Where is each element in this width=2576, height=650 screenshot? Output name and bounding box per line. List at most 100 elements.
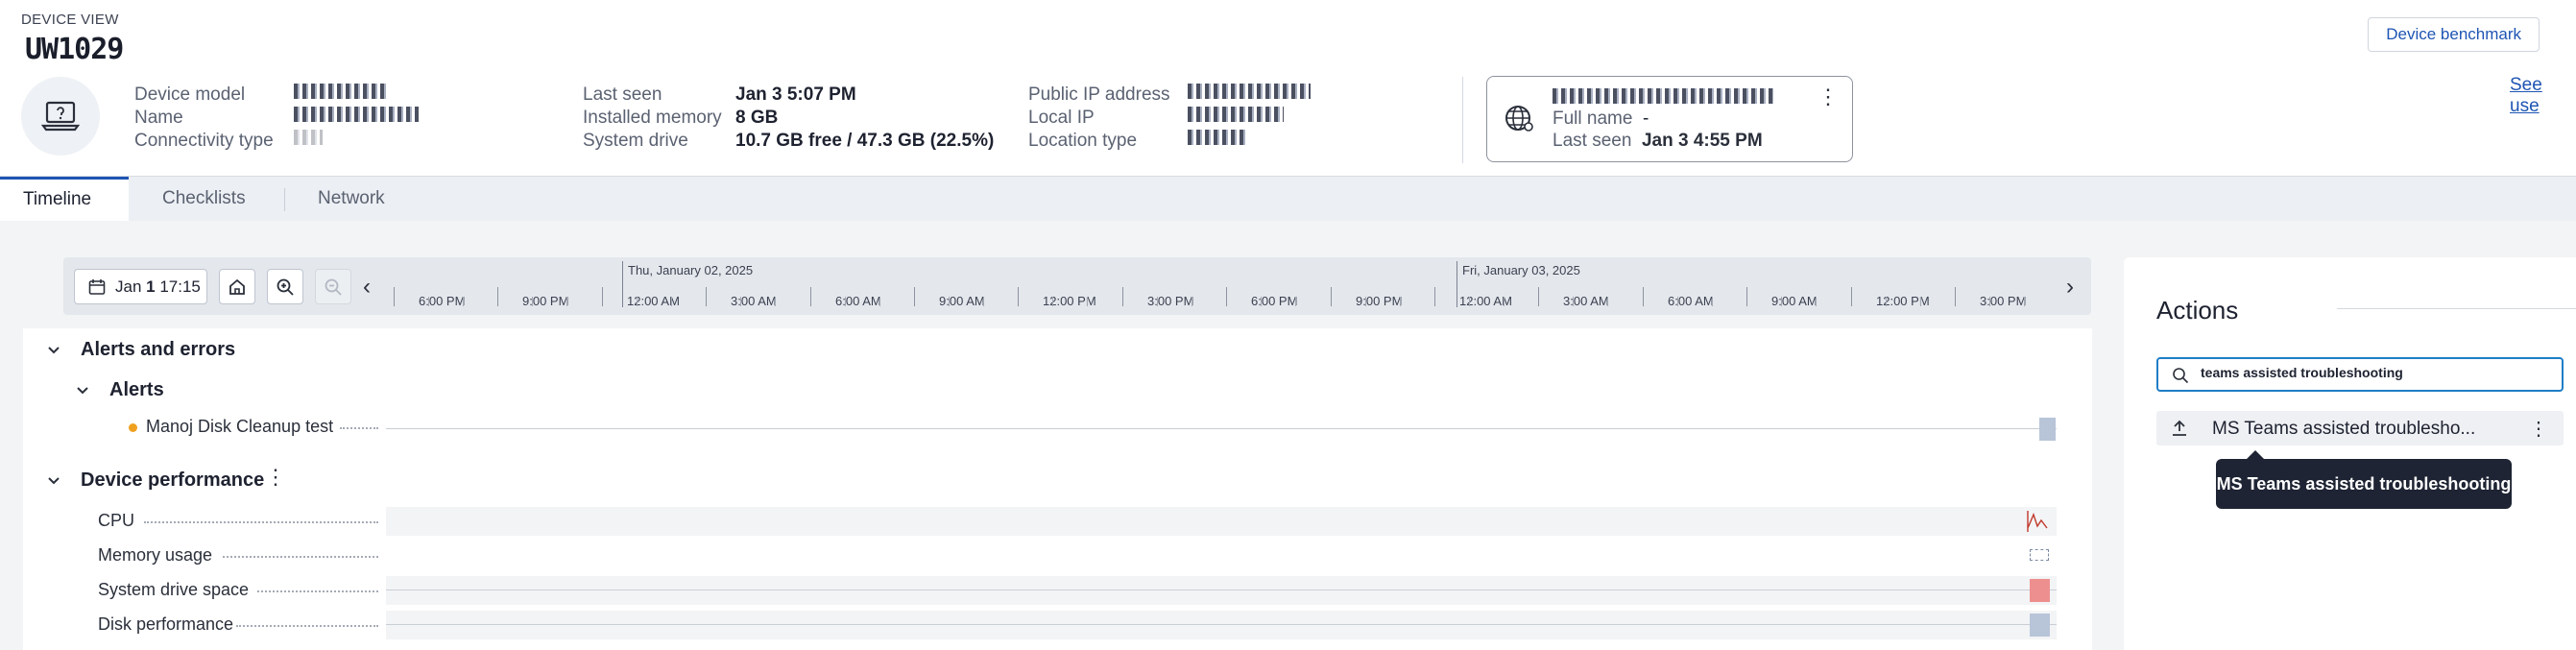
tab-checklists[interactable]: Checklists [162,177,246,222]
local-ip-redacted [1188,107,1284,122]
chevron-down-icon[interactable] [47,344,60,357]
alerts-heading: Alerts [109,379,164,400]
hour-tick [1122,287,1123,306]
minor-tick [879,297,880,306]
zoom-out-button[interactable] [315,269,351,304]
hour-tick [1955,287,1956,306]
date-day: 1 [146,277,156,296]
row-leader [236,625,378,627]
alert-event-marker[interactable] [2039,418,2056,441]
minor-tick [1920,297,1921,306]
lane-line [386,428,2057,429]
date-time: 17:15 [155,277,201,296]
local-ip-label: Local IP [1028,108,1095,128]
hour-label: 12:00 PM [1043,294,1096,308]
minor-tick [463,297,464,306]
hour-tick [394,287,395,306]
home-button[interactable] [219,269,255,304]
home-icon [229,278,245,295]
chevron-down-icon[interactable] [76,384,89,397]
hour-label: 3:00 AM [1563,294,1609,308]
tab-timeline[interactable]: Timeline [0,177,129,222]
minor-tick [1504,297,1505,306]
tab-divider [284,188,285,211]
minor-tick [1261,297,1262,306]
minor-tick [1469,297,1470,306]
zoom-in-button[interactable] [267,269,303,304]
last-seen-label: Last seen [583,84,662,105]
tab-network[interactable]: Network [318,177,385,222]
chevron-down-icon[interactable] [47,474,60,488]
actions-search-input[interactable] [2201,365,2556,380]
minor-tick [949,297,950,306]
device-model-redacted [294,84,386,99]
action-tooltip: MS Teams assisted troubleshooting [2216,450,2512,509]
day-tick [622,261,623,307]
zoom-out-icon [325,278,342,296]
location-type-label: Location type [1028,131,1138,151]
metric-disk-label[interactable]: Disk performance [98,614,233,635]
header-divider [1462,77,1463,163]
hour-tick [497,287,498,306]
row-leader [257,590,378,592]
performance-menu-icon[interactable]: ⋮ [265,467,286,488]
metric-drive-label[interactable]: System drive space [98,580,249,600]
cpu-sparkline [2027,511,2048,532]
action-result-item[interactable]: MS Teams assisted troublesho... ⋮ [2156,411,2564,445]
alert-item-label[interactable]: Manoj Disk Cleanup test [146,417,333,437]
alert-status-dot [129,423,137,432]
actions-search-field[interactable] [2156,357,2564,392]
hour-tick [1538,287,1539,306]
minor-tick [1365,297,1366,306]
hour-label: 6:00 AM [835,294,881,308]
device-name-row: Name [134,107,419,130]
minor-tick [983,297,984,306]
hour-label: 3:00 AM [731,294,777,308]
metric-cpu-label[interactable]: CPU [98,511,134,531]
hour-tick [1331,287,1332,306]
metric-memory-label[interactable]: Memory usage [98,545,212,566]
public-ip-row: Public IP address [1028,84,1311,107]
see-users-link[interactable]: See use [2510,75,2576,117]
minor-tick [2024,297,2025,306]
minor-tick [428,297,429,306]
minor-tick [1400,297,1401,306]
device-id-title: UW1029 [25,33,124,66]
device-benchmark-button[interactable]: Device benchmark [2368,17,2540,52]
minor-tick [1989,297,1990,306]
location-type-row: Location type [1028,130,1311,153]
date-picker-button[interactable]: Jan 1 17:15 [74,269,207,304]
drive-lane[interactable] [386,576,2057,605]
minor-tick [1087,297,1088,306]
device-name-label: Name [134,108,183,128]
local-ip-row: Local IP [1028,107,1311,130]
timeline-next-icon[interactable]: › [2066,274,2074,301]
user-last-seen-row: Last seen Jan 3 4:55 PM [1553,131,1763,152]
timeline-prev-icon[interactable]: ‹ [363,274,371,301]
full-name-value: - [1642,108,1649,129]
hour-tick [1746,287,1747,306]
user-card-menu-icon[interactable]: ⋮ [1818,86,1839,108]
minor-tick [671,297,672,306]
hour-label: 9:00 AM [1771,294,1818,308]
memory-lane[interactable] [386,542,2057,570]
cpu-lane[interactable] [386,507,2057,536]
alert-lane[interactable] [386,415,2057,444]
hour-label: 3:00 PM [1147,294,1194,308]
disk-lane[interactable] [386,611,2057,639]
drive-space-marker [2030,579,2050,602]
system-drive-value: 10.7 GB free / 47.3 GB (22.5%) [735,131,995,151]
system-drive-row: System drive 10.7 GB free / 47.3 GB (22.… [583,130,994,153]
hour-tick [602,287,603,306]
user-card[interactable]: Full name - Last seen Jan 3 4:55 PM ⋮ [1486,76,1853,162]
page-eyebrow: DEVICE VIEW [21,12,119,28]
minor-tick [1712,297,1713,306]
hour-label: 9:00 PM [1356,294,1403,308]
action-menu-icon[interactable]: ⋮ [2529,417,2548,441]
minor-tick [1573,297,1574,306]
hour-tick [706,287,707,306]
hour-tick [1851,287,1852,306]
hour-label: 9:00 PM [522,294,569,308]
alerts-errors-heading: Alerts and errors [81,339,236,360]
minor-tick [532,297,533,306]
